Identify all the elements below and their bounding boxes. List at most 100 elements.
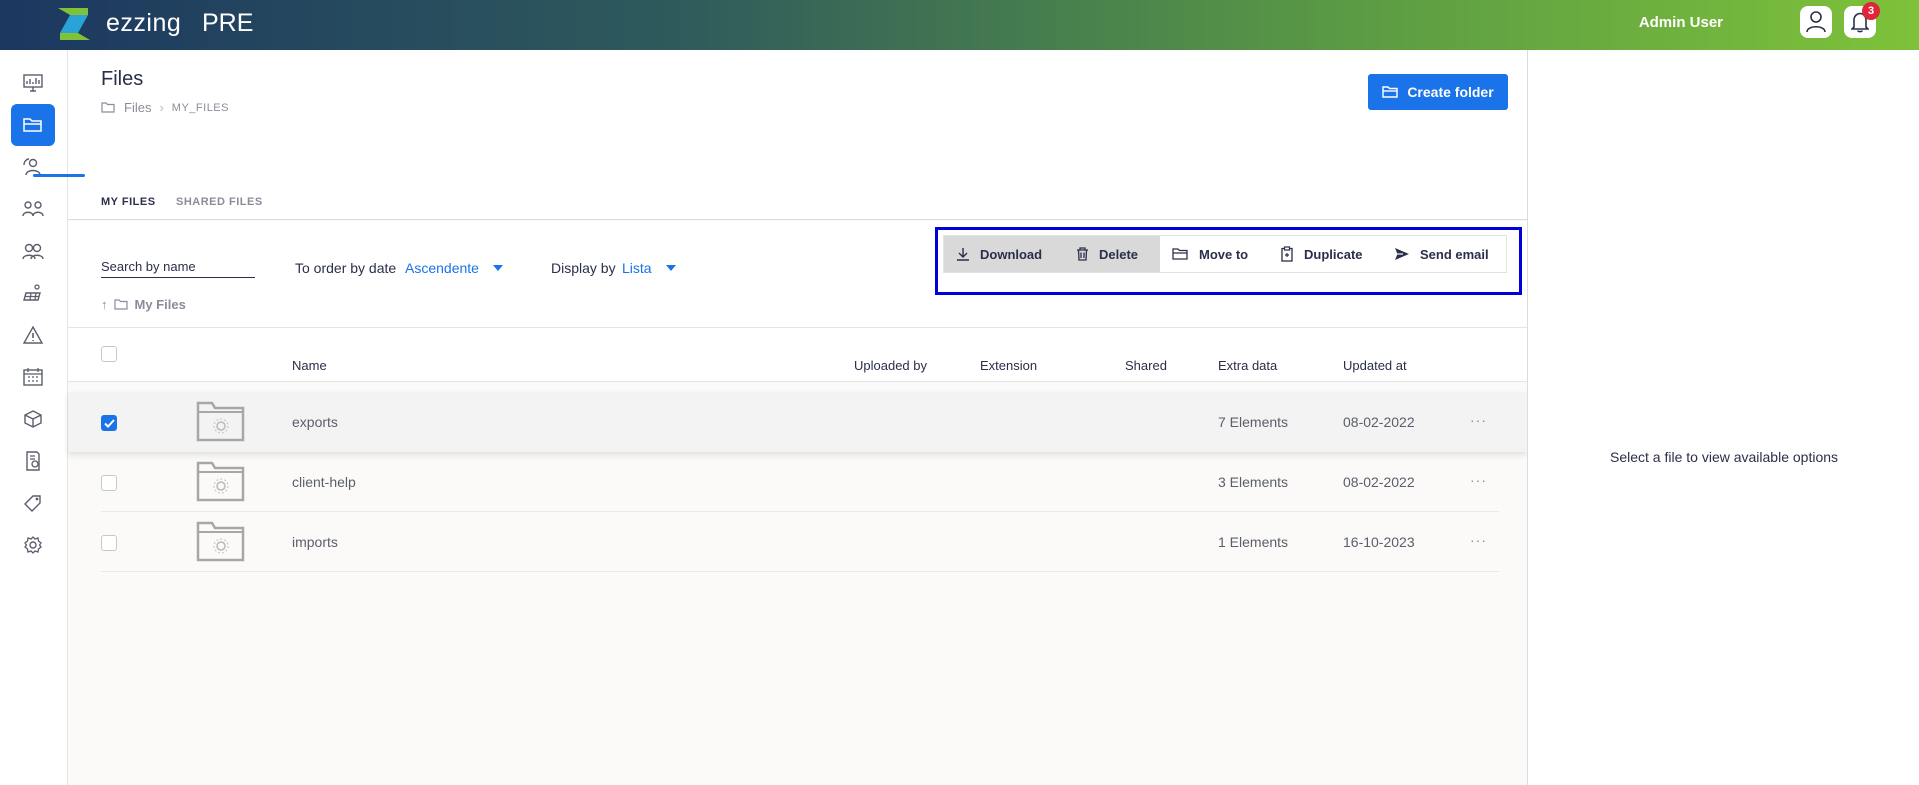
move-to-label: Move to	[1199, 246, 1249, 262]
sidebar-item-users-refresh[interactable]	[11, 146, 55, 188]
team-network-icon	[22, 201, 44, 217]
column-uploaded-by[interactable]: Uploaded by	[854, 358, 927, 373]
user-profile-button[interactable]	[1800, 6, 1832, 38]
row-checkbox[interactable]	[101, 535, 117, 551]
top-bar: ezzing PRE Admin User 3	[0, 0, 1919, 50]
ezzing-logo-icon[interactable]	[56, 6, 92, 42]
current-path: ↑ My Files	[101, 297, 186, 312]
send-icon	[1395, 248, 1409, 260]
tab-shared-files[interactable]: SHARED FILES	[176, 196, 263, 208]
sidebar-item-products[interactable]	[11, 398, 55, 440]
duplicate-label: Duplicate	[1304, 246, 1363, 262]
sidebar-item-dashboard[interactable]	[11, 62, 55, 104]
breadcrumb: Files › MY_FILES	[101, 100, 229, 115]
download-icon	[957, 248, 969, 261]
table-row[interactable]: exports 7 Elements 08-02-2022 ···	[68, 392, 1527, 452]
delete-button[interactable]: Delete	[1064, 236, 1160, 272]
select-all-checkbox[interactable]	[101, 346, 117, 362]
row-extra-data: 1 Elements	[1218, 534, 1289, 550]
notifications-badge: 3	[1862, 2, 1880, 20]
folder-outline-icon	[113, 299, 128, 310]
sidebar-item-users-group[interactable]	[11, 230, 55, 272]
folder-outline-icon	[101, 102, 115, 113]
sidebar-item-calendar[interactable]	[11, 356, 55, 398]
details-panel: Select a file to view available options	[1527, 50, 1919, 785]
file-actions-bar: Download Delete Move to Duplicate Send e…	[943, 235, 1507, 273]
column-extension[interactable]: Extension	[980, 358, 1037, 373]
create-folder-button[interactable]: Create folder	[1368, 74, 1508, 110]
row-checkbox[interactable]	[101, 415, 117, 431]
sidebar-item-invoices[interactable]	[11, 440, 55, 482]
level-up-icon[interactable]: ↑	[101, 297, 108, 312]
column-name[interactable]: Name	[292, 358, 327, 373]
chevron-down-icon	[665, 265, 676, 271]
column-shared[interactable]: Shared	[1125, 358, 1167, 373]
row-checkbox[interactable]	[101, 475, 117, 491]
table-row[interactable]: imports 1 Elements 16-10-2023 ···	[68, 512, 1527, 572]
display-label: Display by	[551, 260, 616, 276]
send-email-button[interactable]: Send email	[1382, 236, 1506, 272]
row-divider	[101, 571, 1499, 572]
folder-gear-icon	[196, 401, 245, 442]
display-value: Lista	[622, 260, 652, 276]
breadcrumb-separator-icon: ›	[159, 100, 164, 115]
row-updated-at: 08-02-2022	[1343, 414, 1415, 430]
sidebar-item-files[interactable]	[11, 104, 55, 146]
folder-icon	[23, 118, 42, 132]
folder-gear-icon	[196, 521, 245, 562]
duplicate-button[interactable]: Duplicate	[1268, 236, 1382, 272]
order-value: Ascendente	[405, 260, 479, 276]
row-more-options-icon[interactable]: ···	[1470, 412, 1487, 428]
warning-triangle-icon	[22, 325, 44, 344]
download-label: Download	[980, 246, 1043, 262]
main-content: Files Files › MY_FILES Create folder MY …	[68, 50, 1527, 785]
sidebar-item-team-network[interactable]	[11, 188, 55, 230]
row-more-options-icon[interactable]: ···	[1470, 472, 1487, 488]
box-icon	[24, 410, 42, 428]
tab-my-files[interactable]: MY FILES	[101, 196, 156, 208]
chevron-down-icon	[492, 265, 503, 271]
row-name: imports	[292, 534, 338, 550]
page-header: Files Files › MY_FILES Create folder	[68, 50, 1527, 170]
create-folder-label: Create folder	[1407, 84, 1494, 100]
folder-move-icon	[1172, 248, 1188, 260]
order-label: To order by date	[295, 260, 397, 276]
display-select[interactable]: Lista	[622, 260, 676, 276]
breadcrumb-root[interactable]: Files	[124, 100, 151, 115]
user-icon	[1806, 11, 1826, 33]
current-path-label[interactable]: My Files	[135, 297, 186, 312]
sidebar-item-solar[interactable]	[11, 272, 55, 314]
settings-gear-icon	[24, 536, 42, 554]
row-updated-at: 08-02-2022	[1343, 474, 1415, 490]
folder-add-icon	[1382, 86, 1399, 98]
user-name[interactable]: Admin User	[1639, 14, 1723, 31]
tabs: MY FILES SHARED FILES	[68, 170, 1527, 220]
sidebar	[0, 50, 68, 785]
users-group-icon	[22, 243, 44, 260]
search-input[interactable]	[101, 256, 255, 278]
column-extra-data[interactable]: Extra data	[1218, 358, 1277, 373]
files-toolbar: To order by date Ascendente Display by L…	[68, 221, 1527, 328]
order-select[interactable]: Ascendente	[405, 260, 503, 276]
solar-panel-icon	[23, 284, 41, 301]
column-updated-at[interactable]: Updated at	[1343, 358, 1407, 373]
breadcrumb-current: MY_FILES	[171, 101, 229, 114]
row-name: exports	[292, 414, 338, 430]
tag-icon	[24, 495, 41, 512]
sidebar-item-tags[interactable]	[11, 482, 55, 524]
delete-label: Delete	[1099, 246, 1139, 262]
brand-name: ezzing	[106, 9, 182, 37]
checkmark-icon	[103, 418, 115, 428]
download-button[interactable]: Download	[944, 236, 1064, 272]
folder-gear-icon	[196, 461, 245, 502]
sidebar-item-settings[interactable]	[11, 524, 55, 566]
row-more-options-icon[interactable]: ···	[1470, 532, 1487, 548]
active-tab-indicator	[33, 174, 85, 177]
invoice-icon	[26, 451, 40, 471]
table-header: Name Uploaded by Extension Shared Extra …	[68, 328, 1527, 382]
table-row[interactable]: client-help 3 Elements 08-02-2022 ···	[68, 452, 1527, 512]
row-name: client-help	[292, 474, 356, 490]
row-updated-at: 16-10-2023	[1343, 534, 1415, 550]
sidebar-item-alerts[interactable]	[11, 314, 55, 356]
move-to-button[interactable]: Move to	[1160, 236, 1268, 272]
